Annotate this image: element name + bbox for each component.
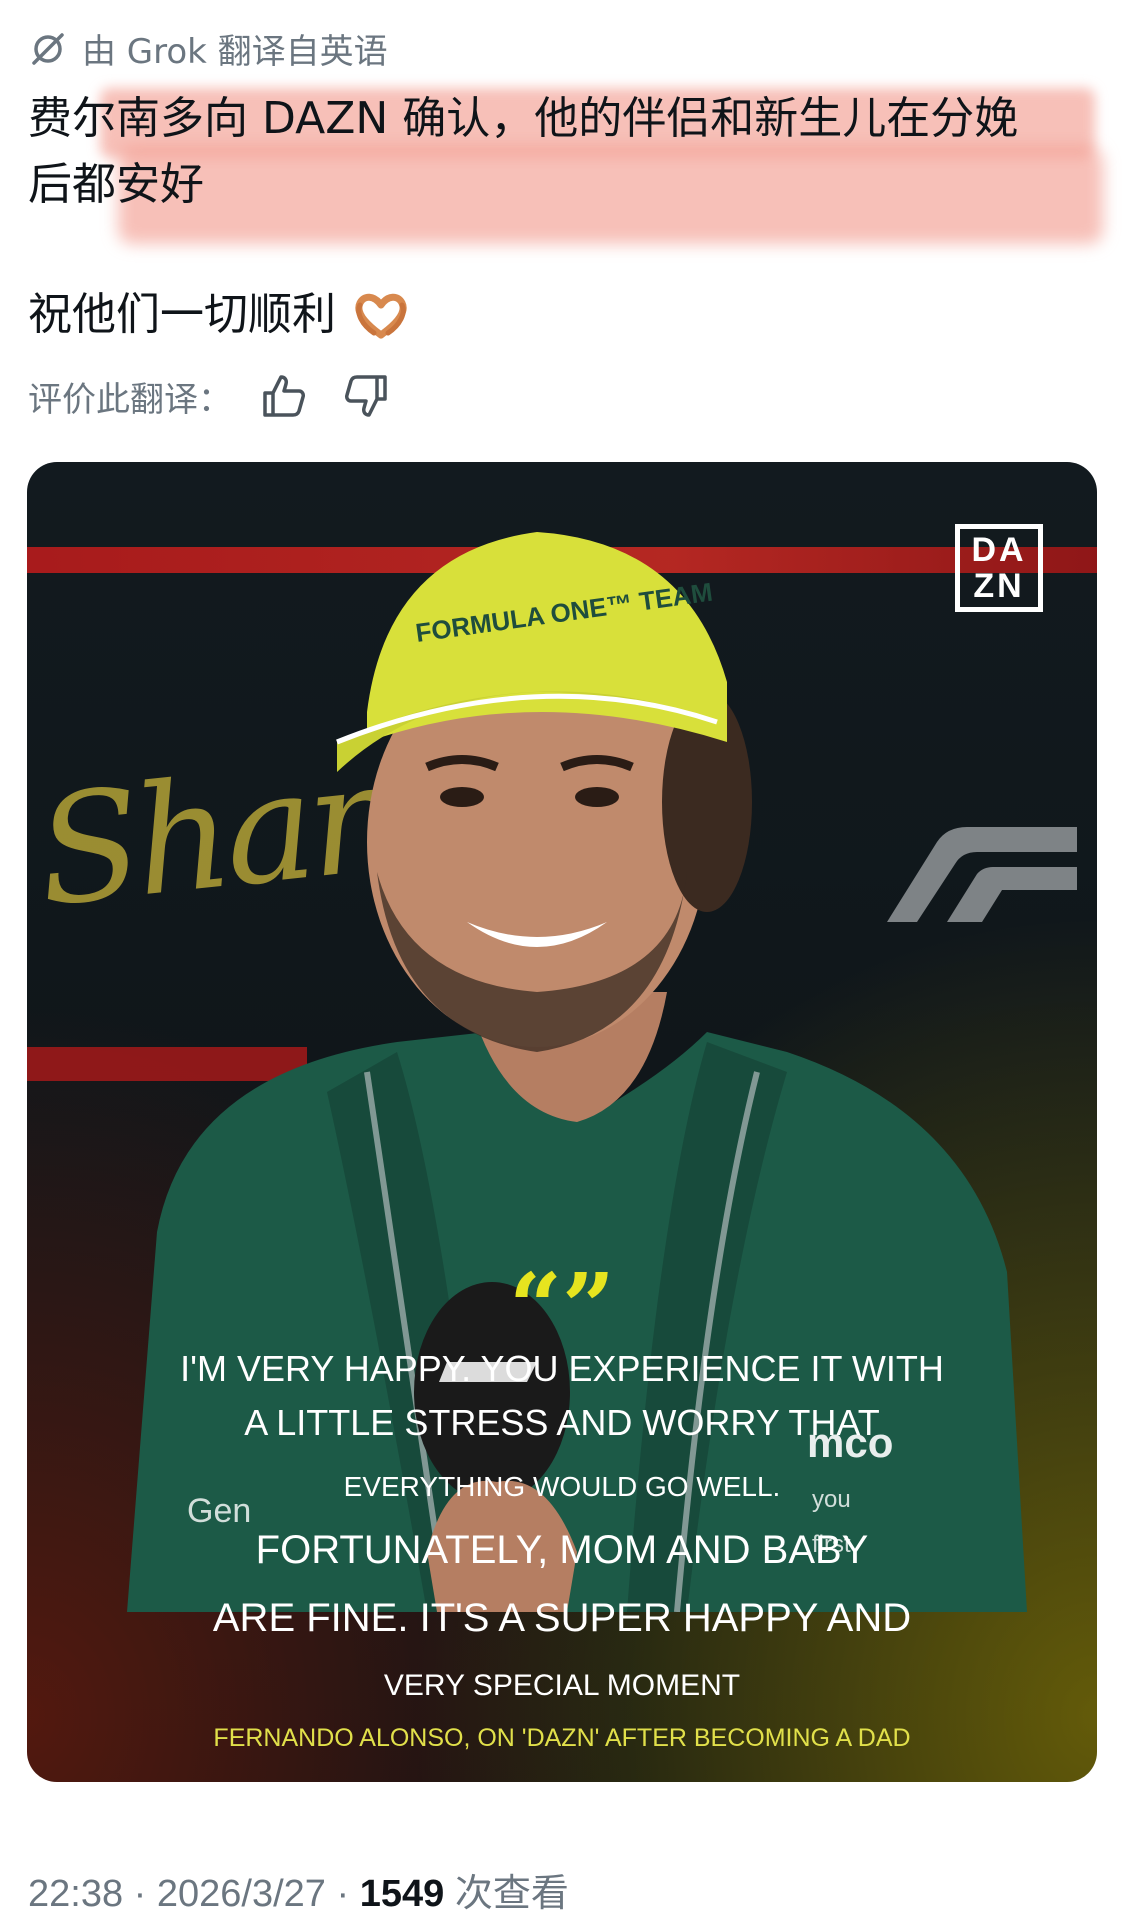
thumbs-down-icon [345,375,387,417]
quote-line: I'M VERY HAPPY. YOU EXPERIENCE IT WITH [180,1348,944,1389]
rate-label: 评价此翻译： [28,379,232,420]
post-meta: 22:38 · 2026/3/27 · 1549 次查看 [28,1862,569,1917]
tweet-text: 费尔南多向 DAZN 确认，他的伴侣和新生儿在分娩 后都安好 [28,86,1098,218]
heart-hands-icon [355,293,407,339]
quote-line: A LITTLE STRESS AND WORRY THAT [244,1402,880,1443]
grok-icon [32,32,64,65]
view-count-label: 次查看 [454,1873,569,1915]
quote-attribution: FERNANDO ALONSO, ON 'DAZN' AFTER BECOMIN… [213,1724,911,1752]
dazn-logo-bottom: ZN [973,567,1025,605]
translation-notice-text: 由 Grok 翻译自英语 [82,32,388,72]
dazn-logo-top: DA [971,531,1027,569]
meta-separator: · [336,1873,360,1915]
thumbs-up-button[interactable] [254,366,314,426]
quote-line: ARE FINE. IT'S A SUPER HAPPY AND [212,1596,912,1640]
post-time[interactable]: 22:38 [28,1873,123,1915]
dazn-logo: DA ZN [955,524,1043,612]
post-date[interactable]: 2026/3/27 [157,1873,326,1915]
quote-marks: “” [509,1253,615,1361]
quote-line: EVERYTHING WOULD GO WELL. [343,1471,781,1502]
rate-translation: 评价此翻译： [28,366,396,426]
view-count: 1549 [359,1873,445,1915]
tweet-line: 后都安好 [28,159,204,210]
tweet-line: 费尔南多向 DAZN 确认，他的伴侣和新生儿在分娩 [28,93,1019,144]
meta-separator: · [133,1873,157,1915]
quote-block: I'M VERY HAPPY. YOU EXPERIENCE IT WITH A… [27,1342,1097,1712]
quote-line: VERY SPECIAL MOMENT [383,1669,741,1702]
quote-line: FORTUNATELY, MOM AND BABY [255,1528,869,1572]
translation-notice: 由 Grok 翻译自英语 [28,24,388,73]
wish-text: 祝他们一切顺利 [28,289,336,340]
tweet-wish: 祝他们一切顺利 [28,282,410,348]
media-image[interactable]: Shanghai FORMULA ONE™ TEAM [27,462,1097,1782]
thumbs-down-button[interactable] [336,366,396,426]
thumbs-up-icon [263,375,305,417]
